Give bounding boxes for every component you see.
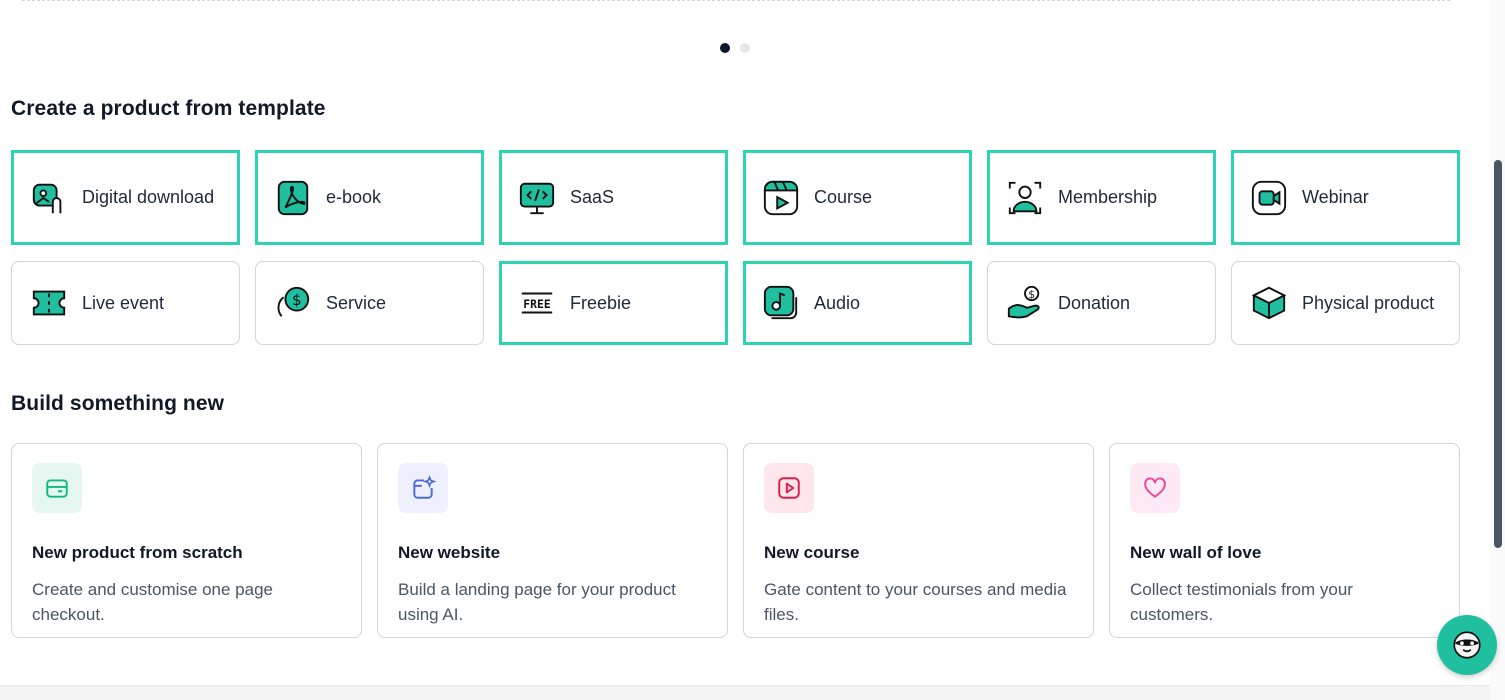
bottom-bar bbox=[0, 685, 1490, 700]
template-card-webinar[interactable]: Webinar bbox=[1231, 150, 1460, 245]
template-card-digital-download[interactable]: Digital download bbox=[11, 150, 240, 245]
package-icon bbox=[32, 463, 82, 513]
template-card-membership[interactable]: Membership bbox=[987, 150, 1216, 245]
play-icon bbox=[764, 463, 814, 513]
template-card-physical-product[interactable]: Physical product bbox=[1231, 261, 1460, 345]
ticket-icon bbox=[30, 284, 68, 322]
svg-text:$: $ bbox=[1028, 289, 1035, 301]
camera-icon bbox=[1250, 179, 1288, 217]
build-grid: New product from scratch Create and cust… bbox=[11, 443, 1461, 638]
template-card-freebie[interactable]: FREE Freebie bbox=[499, 261, 728, 345]
build-card-new-course[interactable]: New course Gate content to your courses … bbox=[743, 443, 1094, 638]
template-card-course[interactable]: Course bbox=[743, 150, 972, 245]
template-card-service[interactable]: $ Service bbox=[255, 261, 484, 345]
template-grid: Digital download e-book SaaS Course Memb… bbox=[11, 150, 1461, 345]
build-card-desc: Gate content to your courses and media f… bbox=[764, 580, 1067, 624]
template-label: Freebie bbox=[570, 292, 632, 313]
video-course-icon bbox=[762, 179, 800, 217]
build-card-title: New course bbox=[764, 543, 860, 562]
template-label: Service bbox=[326, 292, 387, 313]
code-monitor-icon bbox=[518, 179, 556, 217]
heart-icon bbox=[1130, 463, 1180, 513]
carousel-dots bbox=[720, 43, 750, 53]
template-label: Course bbox=[814, 187, 873, 207]
chat-launcher-button[interactable] bbox=[1437, 615, 1497, 675]
template-card-live-event[interactable]: Live event bbox=[11, 261, 240, 345]
scrollbar-thumb[interactable] bbox=[1494, 160, 1502, 548]
top-divider bbox=[22, 0, 1450, 1]
template-label: Audio bbox=[814, 292, 861, 313]
template-label: e-book bbox=[326, 187, 382, 207]
section-title-build: Build something new bbox=[11, 392, 225, 415]
template-card-audio[interactable]: Audio bbox=[743, 261, 972, 345]
free-tag-text: FREE bbox=[523, 297, 551, 311]
carousel-dot-2[interactable] bbox=[740, 43, 750, 53]
sparkle-window-icon bbox=[398, 463, 448, 513]
template-label: Physical product bbox=[1302, 292, 1435, 313]
box-icon bbox=[1250, 284, 1288, 322]
pdf-icon bbox=[274, 179, 312, 217]
donation-hand-icon: $ bbox=[1006, 284, 1044, 322]
build-card-title: New product from scratch bbox=[32, 543, 243, 562]
build-card-desc: Create and customise one page checkout. bbox=[32, 580, 273, 624]
music-note-icon bbox=[762, 284, 800, 322]
build-card-new-product[interactable]: New product from scratch Create and cust… bbox=[11, 443, 362, 638]
build-card-new-wall-of-love[interactable]: New wall of love Collect testimonials fr… bbox=[1109, 443, 1460, 638]
build-card-title: New website bbox=[398, 543, 501, 562]
carousel-dot-1[interactable] bbox=[720, 43, 730, 53]
build-card-desc: Build a landing page for your product us… bbox=[398, 580, 676, 624]
template-card-saas[interactable]: SaaS bbox=[499, 150, 728, 245]
page-scrollbar[interactable] bbox=[1490, 0, 1505, 700]
template-card-donation[interactable]: $ Donation bbox=[987, 261, 1216, 345]
template-label: Membership bbox=[1058, 187, 1158, 207]
template-label: Donation bbox=[1058, 292, 1131, 313]
members-icon bbox=[1006, 179, 1044, 217]
build-card-new-website[interactable]: New website Build a landing page for you… bbox=[377, 443, 728, 638]
free-tag-icon: FREE bbox=[518, 284, 556, 322]
template-label: Live event bbox=[82, 292, 165, 313]
section-title-template: Create a product from template bbox=[11, 97, 326, 120]
chat-mascot-icon bbox=[1453, 631, 1481, 659]
template-label: Digital download bbox=[82, 187, 215, 207]
template-label: SaaS bbox=[570, 187, 615, 207]
build-card-desc: Collect testimonials from your customers… bbox=[1130, 580, 1353, 624]
template-label: Webinar bbox=[1302, 187, 1369, 207]
template-card-ebook[interactable]: e-book bbox=[255, 150, 484, 245]
svg-text:$: $ bbox=[292, 291, 302, 309]
build-card-title: New wall of love bbox=[1130, 543, 1262, 562]
dollar-coin-icon: $ bbox=[274, 284, 312, 322]
digital-download-icon bbox=[30, 179, 68, 217]
